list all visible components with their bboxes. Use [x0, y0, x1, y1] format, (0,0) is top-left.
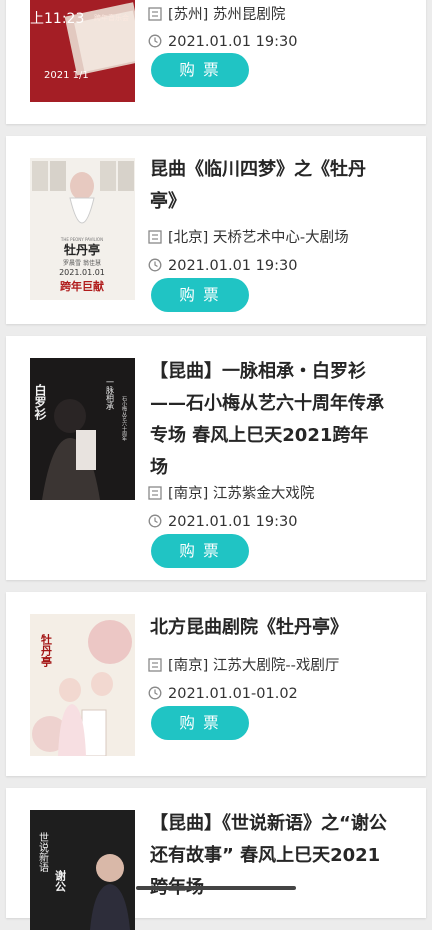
event-poster-3[interactable]: 白罗衫 一脉相承 石小梅从艺六十周年 [30, 358, 135, 500]
poster-line2: 牡丹亭 [64, 242, 100, 257]
status-bar-time: 上11:23 [30, 11, 85, 27]
buy-ticket-button-1[interactable]: 购 票 [151, 53, 249, 87]
poster-art: 白罗衫 一脉相承 石小梅从艺六十周年 [30, 358, 135, 500]
poster-subtitle: 跨年音乐会 [94, 13, 129, 22]
event-title-2[interactable]: 昆曲《临川四梦》之《牡丹亭》 [150, 154, 390, 218]
venue-icon [148, 230, 162, 250]
venue-4: [南京] 江苏大剧院--戏剧厅 [148, 656, 418, 676]
poster-line1: 白罗衫 [33, 383, 47, 421]
event-poster-2[interactable]: THE PEONY PAVILION 牡丹亭 罗晨雪 翁佳慧 2021.01.0… [30, 158, 135, 300]
poster-art: THE PEONY PAVILION 牡丹亭 罗晨雪 翁佳慧 2021.01.0… [30, 158, 135, 300]
event-card-5[interactable]: 世说新语 谢公 【昆曲】《世说新语》之“谢公还有故事” 春风上巳天2021跨年场 [6, 788, 426, 930]
home-indicator[interactable] [136, 886, 296, 890]
buy-ticket-button-2[interactable]: 购 票 [151, 278, 249, 312]
datetime-3: 2021.01.01 19:30 [148, 512, 418, 532]
event-title-3[interactable]: 【昆曲】一脉相承・白罗衫——石小梅从艺六十周年传承专场 春风上巳天2021跨年场 [150, 356, 386, 484]
event-poster-5[interactable]: 世说新语 谢公 [30, 810, 135, 930]
venue-1: [苏州] 苏州昆剧院 [148, 5, 418, 25]
poster-art: 世说新语 谢公 [30, 810, 135, 930]
venue-icon [148, 7, 162, 27]
poster-line1: 牡丹亭 [40, 633, 53, 668]
poster-line1: THE PEONY PAVILION [60, 237, 103, 242]
clock-icon [148, 34, 162, 54]
poster-line2: 谢公 [54, 869, 67, 893]
poster-art: 牡丹亭 [30, 614, 135, 756]
poster-line2: 一脉相承 [106, 378, 115, 410]
buy-ticket-button-3[interactable]: 购 票 [151, 534, 249, 568]
event-poster-4[interactable]: 牡丹亭 [30, 614, 135, 756]
clock-icon [148, 686, 162, 706]
event-card-3[interactable]: 白罗衫 一脉相承 石小梅从艺六十周年 【昆曲】一脉相承・白罗衫——石小梅从艺六十… [6, 336, 426, 580]
poster-line1: 世说新语 [37, 832, 49, 873]
event-card-4[interactable]: 牡丹亭 北方昆曲剧院《牡丹亭》 [南京] 江苏大剧院--戏剧厅 2021.01.… [6, 592, 426, 776]
clock-icon [148, 514, 162, 534]
venue-2: [北京] 天桥艺术中心-大剧场 [148, 228, 418, 248]
buy-ticket-button-4[interactable]: 购 票 [151, 706, 249, 740]
poster-line3: 石小梅从艺六十周年 [121, 396, 127, 442]
poster-line4: 2021.01.01 [59, 268, 105, 277]
venue-3: [南京] 江苏紫金大戏院 [148, 484, 418, 504]
venue-icon [148, 486, 162, 506]
datetime-2: 2021.01.01 19:30 [148, 256, 418, 276]
event-title-4[interactable]: 北方昆曲剧院《牡丹亭》 [150, 612, 390, 644]
datetime-1: 2021.01.01 19:30 [148, 32, 418, 52]
poster-line5: 跨年巨献 [60, 279, 104, 293]
datetime-4: 2021.01.01-01.02 [148, 684, 418, 704]
venue-icon [148, 658, 162, 678]
poster-caption: 2021 1/1 [44, 70, 89, 81]
event-card-2[interactable]: THE PEONY PAVILION 牡丹亭 罗晨雪 翁佳慧 2021.01.0… [6, 136, 426, 324]
poster-line3: 罗晨雪 翁佳慧 [63, 259, 101, 267]
clock-icon [148, 258, 162, 278]
